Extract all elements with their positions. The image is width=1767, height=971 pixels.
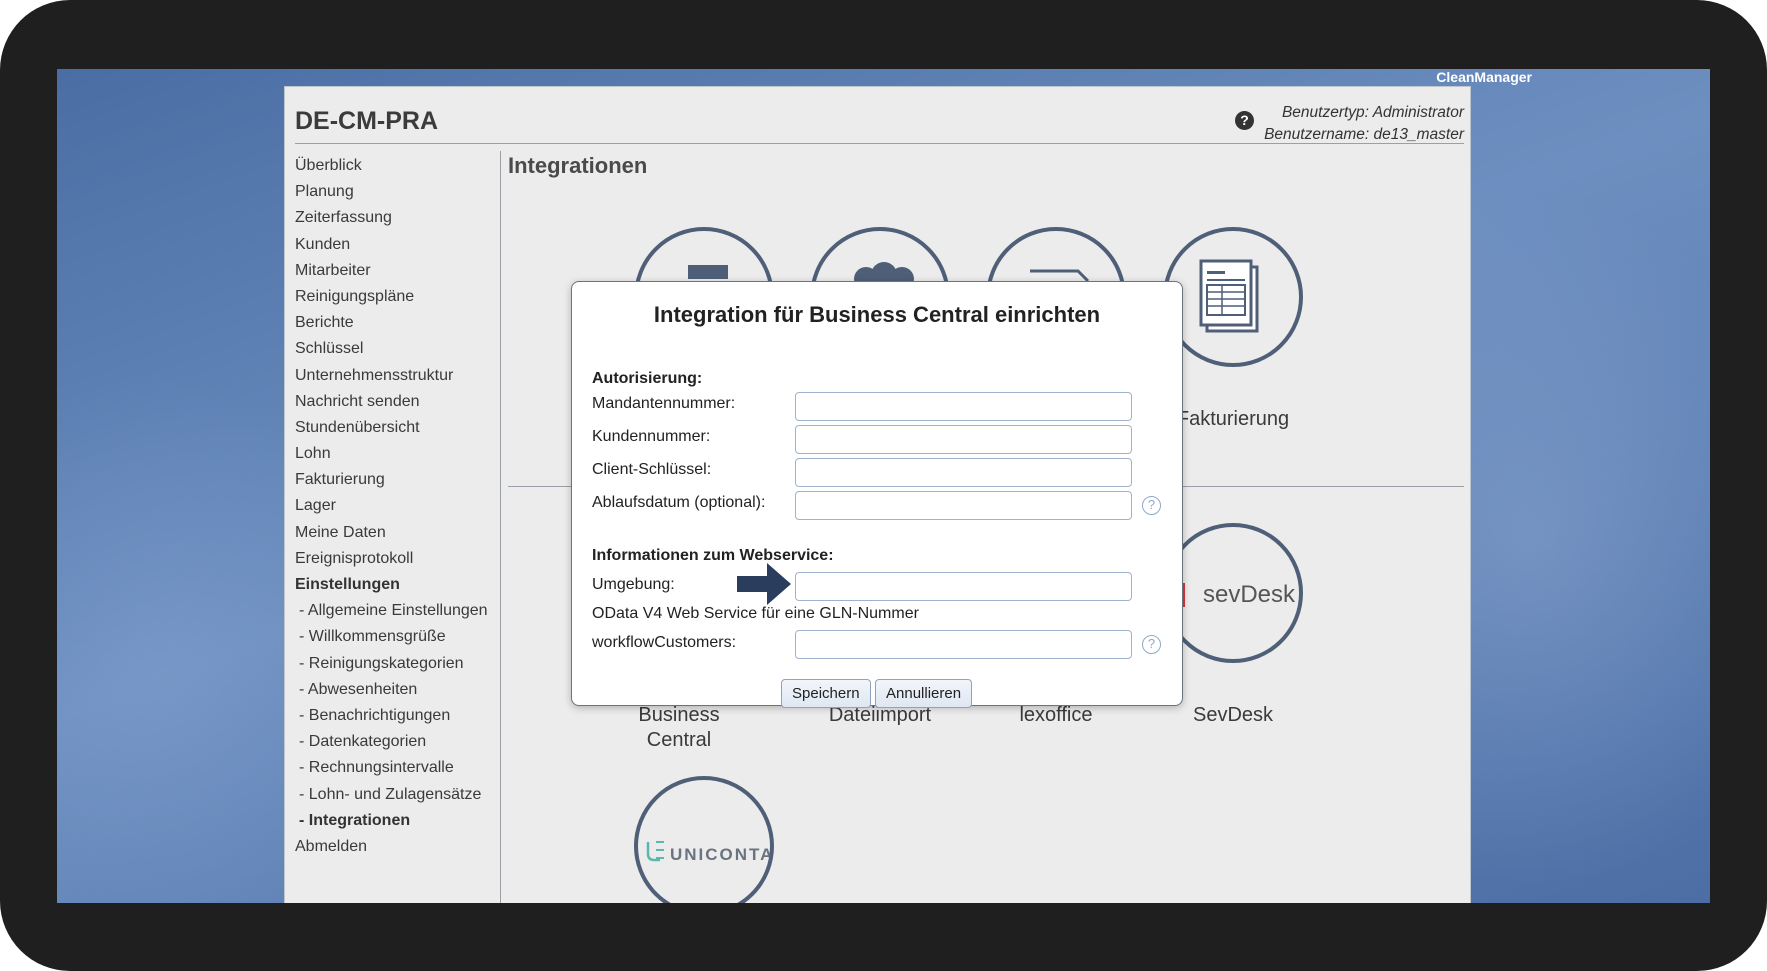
tile-label-business: Business [638,704,720,726]
sidebar-item-lohn-und-zulagensaetze[interactable]: - Lohn- und Zulagensätze [295,784,505,810]
content-title: Integrationen [508,153,648,178]
sidebar-item-unternehmensstruktur[interactable]: Unternehmensstruktur [295,365,505,391]
desktop: CleanManager DE-CM-PRA ? Benutzertyp: Ad… [57,69,1710,903]
sidebar-item-allgemeine-einstellungen[interactable]: - Allgemeine Einstellungen [295,600,505,626]
label-mandantennummer: Mandantennummer: [592,395,736,412]
tile-label-business-central: Business Central [589,703,769,753]
sidebar-item-fakturierung[interactable]: Fakturierung [295,469,505,495]
client-schluessel-input[interactable] [795,458,1132,487]
sidebar-item-stundenuebersicht[interactable]: Stundenübersicht [295,417,505,443]
label-umgebung: Umgebung: [592,576,675,593]
sidebar-item-reinigungskategorien[interactable]: - Reinigungskategorien [295,653,505,679]
sidebar-item-lohn[interactable]: Lohn [295,443,505,469]
uniconta-logo-text: UNICONTA [670,845,774,864]
sidebar-item-ereignisprotokoll[interactable]: Ereignisprotokoll [295,548,505,574]
sidebar-item-rechnungsintervalle[interactable]: - Rechnungsintervalle [295,757,505,783]
label-client-schluessel: Client-Schlüssel: [592,461,712,478]
sidebar-item-einstellungen[interactable]: Einstellungen [295,574,505,600]
mandantennummer-input[interactable] [795,392,1132,421]
sidebar-item-lager[interactable]: Lager [295,495,505,521]
workflow-customers-input[interactable] [795,630,1132,659]
section-authorization: Autorisierung: [592,370,703,387]
cancel-button[interactable]: Annullieren [875,679,973,708]
tile-label-central: Central [646,729,712,751]
sidebar-item-berichte[interactable]: Berichte [295,312,505,338]
help-icon[interactable]: ? [1235,111,1254,130]
sidebar-item-mitarbeiter[interactable]: Mitarbeiter [295,260,505,286]
tile-uniconta[interactable]: UNICONTA [634,776,774,903]
odata-note: OData V4 Web Service für eine GLN-Nummer [592,605,919,622]
sevdesk-logo-text: sevDesk [1203,581,1296,608]
header-divider [295,143,1464,144]
sidebar-item-zeiterfassung[interactable]: Zeiterfassung [295,207,505,233]
integration-dialog: Integration für Business Central einrich… [571,281,1183,708]
ablaufsdatum-help-icon[interactable]: ? [1142,496,1161,515]
user-type: Benutzertyp: Administrator [1281,104,1464,121]
workflow-help-icon[interactable]: ? [1142,635,1161,654]
invoice-icon [1199,259,1259,333]
device-frame: CleanManager DE-CM-PRA ? Benutzertyp: Ad… [0,0,1767,971]
sidebar-item-benachrichtigungen[interactable]: - Benachrichtigungen [295,705,505,731]
kundennummer-input[interactable] [795,425,1132,454]
tile-sevdesk[interactable]: sevDesk [1163,523,1303,663]
label-kundennummer: Kundennummer: [592,428,711,445]
user-info: Benutzertyp: Administrator Benutzername:… [1264,102,1464,146]
page-title: DE-CM-PRA [295,107,439,135]
tile-label-lexoffice: lexoffice [1019,704,1093,726]
label-workflow-customers: workflowCustomers: [592,634,737,651]
tile-label-sevdesk: SevDesk [1192,704,1274,726]
sidebar-item-integrationen[interactable]: - Integrationen [295,810,505,836]
sidebar-item-planung[interactable]: Planung [295,181,505,207]
label-ablaufsdatum: Ablaufsdatum (optional): [592,494,766,511]
sidebar-item-abwesenheiten[interactable]: - Abwesenheiten [295,679,505,705]
dialog-title: Integration für Business Central einrich… [653,302,1101,327]
sidebar-item-nachricht-senden[interactable]: Nachricht senden [295,391,505,417]
umgebung-input[interactable] [795,572,1132,601]
app-window: DE-CM-PRA ? Benutzertyp: Administrator B… [284,86,1471,903]
sidebar-item-ueberblick[interactable]: Überblick [295,155,505,181]
sidebar-divider [500,151,501,903]
sidebar-item-abmelden[interactable]: Abmelden [295,836,505,862]
save-button[interactable]: Speichern [781,679,871,708]
sidebar-item-willkommensgruesse[interactable]: - Willkommensgrüße [295,626,505,652]
sidebar-item-kunden[interactable]: Kunden [295,234,505,260]
ablaufsdatum-input[interactable] [795,491,1132,520]
tile-fakturierung[interactable] [1163,227,1303,367]
pointer-arrow-icon [737,563,791,605]
section-webservice: Informationen zum Webservice: [592,547,834,564]
sidebar: Überblick Planung Zeiterfassung Kunden M… [295,155,505,862]
sidebar-item-reinigungsplaene[interactable]: Reinigungspläne [295,286,505,312]
sidebar-item-schluessel[interactable]: Schlüssel [295,338,505,364]
sidebar-item-meine-daten[interactable]: Meine Daten [295,522,505,548]
sidebar-item-datenkategorien[interactable]: - Datenkategorien [295,731,505,757]
